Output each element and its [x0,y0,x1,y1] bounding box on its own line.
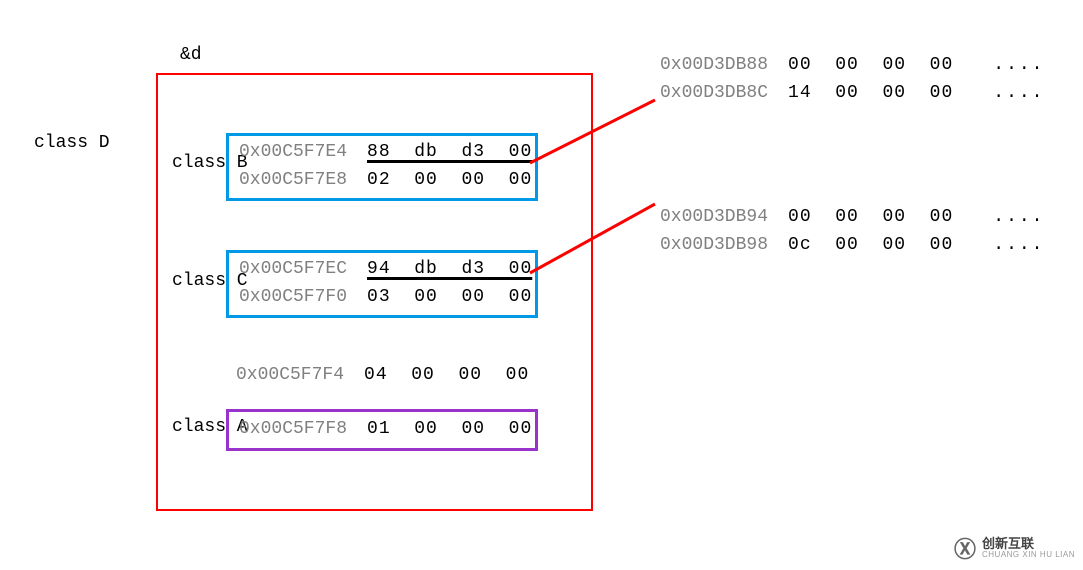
ext2-row1: 0x00D3DB94 00 00 00 00 .... [660,207,1044,227]
watermark-icon: Ⓧ [954,532,976,564]
addr-b1: 0x00C5F7E4 [239,142,347,162]
class-b-box: 0x00C5F7E4 88 db d3 00 0x00C5F7E8 02 00 … [226,133,538,201]
ext1-dots1: .... [993,55,1044,75]
ext2-addr2: 0x00D3DB98 [660,235,768,255]
ext2-dots1: .... [993,207,1044,227]
watermark-sub: CHUANG XIN HU LIAN [982,551,1075,559]
ext2-addr1: 0x00D3DB94 [660,207,768,227]
ext2-row2: 0x00D3DB98 0c 00 00 00 .... [660,235,1044,255]
ext1-row2: 0x00D3DB8C 14 00 00 00 .... [660,83,1044,103]
addr-c2: 0x00C5F7F0 [239,287,347,307]
class-a-box: 0x00C5F7F8 01 00 00 00 [226,409,538,451]
bytes-below: 04 00 00 00 [364,365,529,385]
watermark: Ⓧ 创新互联 CHUANG XIN HU LIAN [954,532,1075,564]
bytes-b2: 02 00 00 00 [367,170,532,190]
addr-below: 0x00C5F7F4 [236,365,344,385]
ext1-bytes2: 14 00 00 00 [788,83,953,103]
addr-c1: 0x00C5F7EC [239,259,347,279]
addr-b2: 0x00C5F7E8 [239,170,347,190]
class-d-label: class D [34,133,110,153]
ext1-addr2: 0x00D3DB8C [660,83,768,103]
ext2-bytes1: 00 00 00 00 [788,207,953,227]
addr-a1: 0x00C5F7F8 [239,419,347,439]
bytes-c1: 94 db d3 00 [367,259,532,279]
ext2-bytes2: 0c 00 00 00 [788,235,953,255]
bytes-c2: 03 00 00 00 [367,287,532,307]
class-c-box: 0x00C5F7EC 94 db d3 00 0x00C5F7F0 03 00 … [226,250,538,318]
bytes-a1: 01 00 00 00 [367,419,532,439]
ext1-bytes1: 00 00 00 00 [788,55,953,75]
ext1-dots2: .... [993,83,1044,103]
ext2-dots2: .... [993,235,1044,255]
ext1-row1: 0x00D3DB88 00 00 00 00 .... [660,55,1044,75]
watermark-brand: 创新互联 [982,537,1075,551]
class-d-box: class B 0x00C5F7E4 88 db d3 00 0x00C5F7E… [156,73,593,511]
ext1-addr1: 0x00D3DB88 [660,55,768,75]
bytes-b1: 88 db d3 00 [367,142,532,162]
pointer-label: &d [180,45,202,65]
